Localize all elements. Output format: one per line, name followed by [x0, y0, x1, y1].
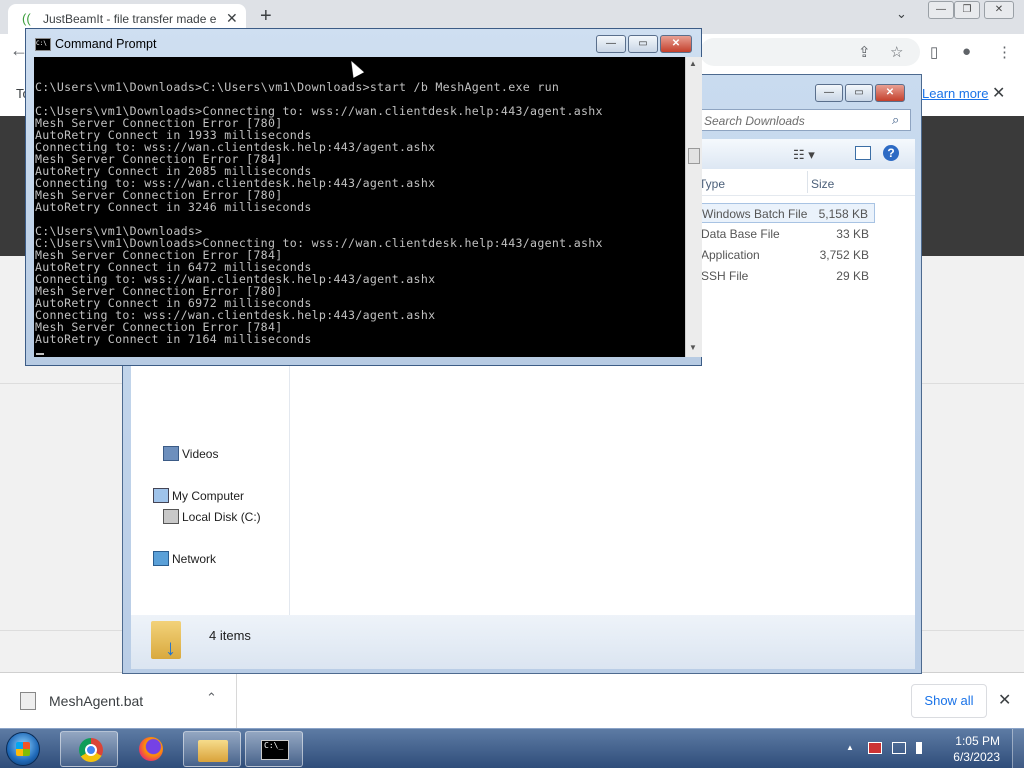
file-row[interactable]: Data Base File 33 KB: [695, 224, 875, 244]
share-icon[interactable]: ⇪: [858, 43, 871, 61]
infobar-close-icon[interactable]: ✕: [992, 83, 1005, 103]
column-separator[interactable]: [807, 171, 808, 193]
column-header-type[interactable]: Type: [699, 177, 725, 191]
profile-avatar-icon[interactable]: ●: [962, 43, 971, 60]
console-output[interactable]: C:\Users\vm1\Downloads>C:\Users\vm1\Down…: [34, 57, 685, 357]
search-downloads-input[interactable]: Search Downloads ⌕: [693, 109, 911, 131]
download-file-name: MeshAgent.bat: [49, 693, 144, 709]
action-center-flag-icon[interactable]: [868, 742, 882, 754]
vertical-scrollbar[interactable]: ▲ ▼: [685, 57, 702, 357]
windows-logo-icon: [16, 742, 30, 756]
file-row[interactable]: SSH File 29 KB: [695, 266, 875, 286]
search-icon[interactable]: ⌕: [892, 112, 899, 128]
chrome-icon: [79, 738, 103, 762]
start-button[interactable]: [6, 732, 40, 766]
download-shelf: MeshAgent.bat ⌃ Show all ✕: [0, 672, 1024, 729]
chrome-restore-button[interactable]: ❐: [954, 1, 980, 19]
local-disk-icon: [163, 509, 179, 524]
taskbar: C:\_ ▲ 1:05 PM 6/3/2023: [0, 728, 1024, 769]
show-hidden-icons-chevron-icon[interactable]: ▲: [846, 743, 860, 755]
cmd-close-button[interactable]: ✕: [660, 35, 692, 53]
volume-muted-icon[interactable]: [916, 742, 926, 754]
nav-item-my-computer[interactable]: My Computer: [172, 489, 244, 503]
nav-item-videos[interactable]: Videos: [182, 447, 218, 461]
folder-icon: [198, 740, 228, 762]
system-tray: ▲ 1:05 PM 6/3/2023: [840, 729, 1024, 769]
bookmark-star-icon[interactable]: ☆: [890, 43, 903, 61]
firefox-icon: [139, 737, 163, 761]
address-bar[interactable]: [700, 38, 920, 66]
download-arrow-icon: ↓: [165, 635, 176, 660]
cmd-window-icon[interactable]: C:\: [35, 38, 51, 51]
column-header-size[interactable]: Size: [811, 177, 834, 191]
taskbar-chrome-button[interactable]: [60, 731, 118, 767]
file-type: Data Base File: [701, 227, 780, 241]
scroll-down-arrow-icon[interactable]: ▼: [689, 343, 697, 352]
help-icon[interactable]: ?: [883, 145, 899, 161]
download-shelf-close-icon[interactable]: ✕: [998, 690, 1011, 710]
explorer-maximize-button[interactable]: ▭: [845, 84, 873, 102]
window-title: Command Prompt: [55, 37, 157, 51]
show-all-button[interactable]: Show all: [911, 684, 987, 718]
file-size: 5,158 KB: [818, 207, 868, 221]
taskbar-explorer-button[interactable]: [183, 731, 241, 767]
chrome-minimize-button[interactable]: —: [928, 1, 954, 19]
file-size: 3,752 KB: [819, 248, 869, 262]
scroll-up-arrow-icon[interactable]: ▲: [689, 59, 697, 68]
download-item[interactable]: MeshAgent.bat ⌃: [0, 673, 237, 729]
clock-date[interactable]: 6/3/2023: [944, 750, 1000, 764]
side-panel-icon[interactable]: ▯: [930, 43, 938, 61]
file-type: SSH File: [701, 269, 749, 283]
file-type: Application: [701, 248, 760, 262]
nav-item-local-disk[interactable]: Local Disk (C:): [182, 510, 261, 524]
cmd-maximize-button[interactable]: ▭: [628, 35, 658, 53]
nav-item-network[interactable]: Network: [172, 552, 216, 566]
text-cursor: [36, 353, 44, 355]
tab-search-chevron-icon[interactable]: ⌄: [896, 6, 907, 22]
file-row[interactable]: Windows Batch File 5,158 KB: [695, 203, 875, 223]
console-text: C:\Users\vm1\Downloads>C:\Users\vm1\Down…: [35, 80, 603, 346]
scroll-thumb[interactable]: [688, 148, 700, 164]
network-icon: [153, 551, 169, 566]
learn-more-link[interactable]: Learn more: [922, 86, 988, 101]
details-pane: ↓ 4 items: [131, 615, 915, 669]
cmd-minimize-button[interactable]: —: [596, 35, 626, 53]
chrome-close-button[interactable]: ✕: [984, 1, 1014, 19]
taskbar-firefox-button[interactable]: [121, 731, 179, 767]
change-view-icon[interactable]: ☷ ▾: [793, 147, 815, 163]
chevron-up-icon[interactable]: ⌃: [206, 690, 217, 706]
file-type: Windows Batch File: [702, 207, 808, 221]
videos-icon: [163, 446, 179, 461]
file-size: 33 KB: [836, 227, 869, 241]
file-row[interactable]: Application 3,752 KB: [695, 245, 875, 265]
preview-pane-icon[interactable]: [855, 146, 871, 160]
file-size: 29 KB: [836, 269, 869, 283]
computer-icon: [153, 488, 169, 503]
chrome-menu-icon[interactable]: ⋮: [997, 43, 1012, 61]
explorer-close-button[interactable]: ✕: [875, 84, 905, 102]
search-placeholder: Search Downloads: [704, 114, 805, 128]
network-status-icon[interactable]: [892, 742, 906, 754]
cmd-icon: C:\_: [261, 740, 289, 760]
taskbar-cmd-button[interactable]: C:\_: [245, 731, 303, 767]
clock-time[interactable]: 1:05 PM: [944, 734, 1000, 748]
tab-title: JustBeamIt - file transfer made e: [43, 12, 217, 26]
items-count: 4 items: [209, 628, 251, 643]
tab-favicon-icon: ((: [22, 11, 31, 26]
new-tab-button[interactable]: +: [260, 5, 272, 27]
command-prompt-window[interactable]: C:\ Command Prompt — ▭ ✕ C:\Users\vm1\Do…: [25, 28, 702, 366]
tab-close-icon[interactable]: ✕: [226, 10, 238, 27]
show-desktop-button[interactable]: [1012, 729, 1024, 769]
file-icon: [20, 692, 36, 710]
explorer-minimize-button[interactable]: —: [815, 84, 843, 102]
